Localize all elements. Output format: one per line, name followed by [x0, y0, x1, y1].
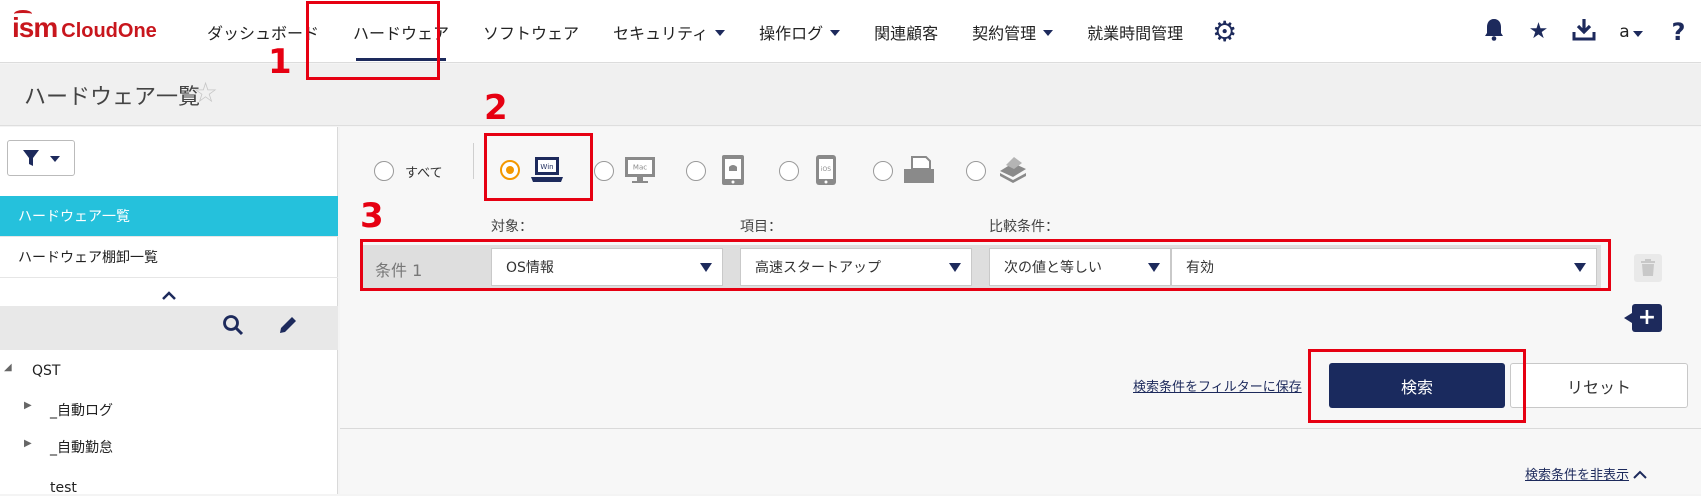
top-header: ism CloudOne ダッシュボード ハードウェア ソフトウェア セキュリテ… [0, 0, 1701, 63]
radio-other-device[interactable] [966, 161, 986, 181]
caret-down-icon [715, 29, 726, 36]
sidebar-collapse-chevron-icon[interactable] [0, 284, 338, 306]
annotation-number-2: 2 [484, 88, 508, 128]
nav-software[interactable]: ソフトウェア [466, 0, 596, 63]
chevron-up-icon [1633, 468, 1647, 483]
favorite-star-icon[interactable]: ☆ [193, 76, 218, 109]
reset-button[interactable]: リセット [1510, 363, 1688, 408]
page-title: ハードウェア一覧 [24, 85, 201, 110]
annotation-box-2 [484, 133, 593, 201]
favorites-star-icon[interactable]: ★ [1516, 19, 1561, 44]
tree-node-qst[interactable]: QST [32, 363, 60, 379]
ios-phone-icon: iOS [816, 155, 836, 185]
section-divider [340, 428, 1701, 429]
nav-security[interactable]: セキュリティ [596, 0, 742, 63]
caret-down-icon [1043, 29, 1054, 36]
annotation-box-3 [360, 239, 1611, 291]
tree-node-auto-log[interactable]: _自動ログ [50, 400, 113, 420]
tree-expanded-arrow-icon[interactable]: ◢ [4, 362, 12, 373]
hide-conditions-label: 検索条件を非表示 [1525, 468, 1630, 483]
nav-security-label: セキュリティ [613, 23, 709, 43]
delete-condition-trash-icon[interactable] [1634, 254, 1662, 282]
radio-all-label: すべて [405, 166, 443, 181]
save-filter-link[interactable]: 検索条件をフィルターに保存 [1133, 376, 1302, 395]
annotation-number-3: 3 [360, 196, 384, 236]
settings-gear-icon[interactable]: ⚙ [1200, 15, 1249, 48]
nav-dashboard-label: ダッシュボード [207, 23, 320, 43]
filter-funnel-icon [23, 150, 39, 166]
tree-search-icon[interactable] [222, 314, 244, 342]
add-condition-button[interactable]: + [1624, 304, 1662, 332]
caret-down-icon [50, 156, 60, 162]
annotation-number-1: 1 [268, 42, 292, 82]
hide-conditions-link[interactable]: 検索条件を非表示 [1525, 464, 1647, 483]
tree-edit-pencil-icon[interactable] [277, 314, 299, 342]
nav-working-hours[interactable]: 就業時間管理 [1070, 0, 1200, 63]
sidebar-item-hardware-list[interactable]: ハードウェア一覧 [0, 196, 338, 237]
sidebar: ハードウェア一覧 ハードウェア棚卸一覧 ◢ QST ▶ _自動ログ ▶ _自動勤… [0, 127, 338, 496]
ism-cloudone-logo[interactable]: ism CloudOne [12, 10, 157, 48]
col-label-item: 項目： [740, 219, 782, 235]
col-label-compare: 比較条件： [989, 219, 1059, 235]
radio-all[interactable] [374, 161, 394, 181]
android-tablet-icon [722, 155, 744, 185]
logo-cloudone-text: CloudOne [61, 20, 157, 42]
radio-mac[interactable] [594, 161, 614, 181]
nav-working-hours-label: 就業時間管理 [1087, 23, 1184, 43]
nav-contract-management-label: 契約管理 [972, 23, 1037, 43]
tree-collapsed-arrow-icon[interactable]: ▶ [24, 400, 32, 411]
user-menu-label: a [1619, 21, 1630, 42]
annotation-box-search [1308, 349, 1526, 423]
sidebar-item-label: ハードウェア棚卸一覧 [18, 250, 158, 266]
nav-operation-log[interactable]: 操作ログ [742, 0, 857, 63]
mac-desktop-icon: Mac [625, 157, 655, 183]
radio-separator [473, 143, 474, 179]
radio-ios[interactable] [779, 161, 799, 181]
user-menu[interactable]: a [1606, 22, 1656, 42]
nav-related-customers-label: 関連顧客 [874, 23, 939, 43]
tree-collapsed-arrow-icon[interactable]: ▶ [24, 438, 32, 449]
other-device-icon [1000, 157, 1026, 183]
annotation-box-1 [306, 1, 440, 80]
sidebar-item-hardware-inventory[interactable]: ハードウェア棚卸一覧 [0, 237, 338, 278]
caret-down-icon [1632, 30, 1643, 37]
logo-swoosh [14, 10, 32, 18]
tree-node-auto-attendance[interactable]: _自動勤怠 [50, 437, 113, 457]
header-utilities: ★ a ? [1471, 0, 1701, 63]
download-icon[interactable] [1561, 17, 1606, 47]
nav-operation-log-label: 操作ログ [759, 23, 824, 43]
svg-text:iOS: iOS [821, 166, 831, 173]
printer-icon [904, 156, 934, 183]
col-label-target: 対象： [491, 219, 533, 235]
filter-dropdown-button[interactable] [7, 140, 75, 176]
help-icon[interactable]: ? [1656, 18, 1701, 46]
caret-down-icon [830, 29, 841, 36]
tree-toolbar [0, 306, 338, 350]
nav-contract-management[interactable]: 契約管理 [955, 0, 1070, 63]
nav-related-customers[interactable]: 関連顧客 [857, 0, 955, 63]
radio-android[interactable] [686, 161, 706, 181]
sidebar-item-label: ハードウェア一覧 [18, 209, 130, 225]
page-title-bar: ハードウェア一覧 ☆ [0, 64, 1701, 126]
nav-software-label: ソフトウェア [483, 23, 580, 43]
svg-text:Mac: Mac [633, 164, 647, 172]
notification-bell-icon[interactable] [1471, 17, 1516, 47]
radio-printer[interactable] [873, 161, 893, 181]
